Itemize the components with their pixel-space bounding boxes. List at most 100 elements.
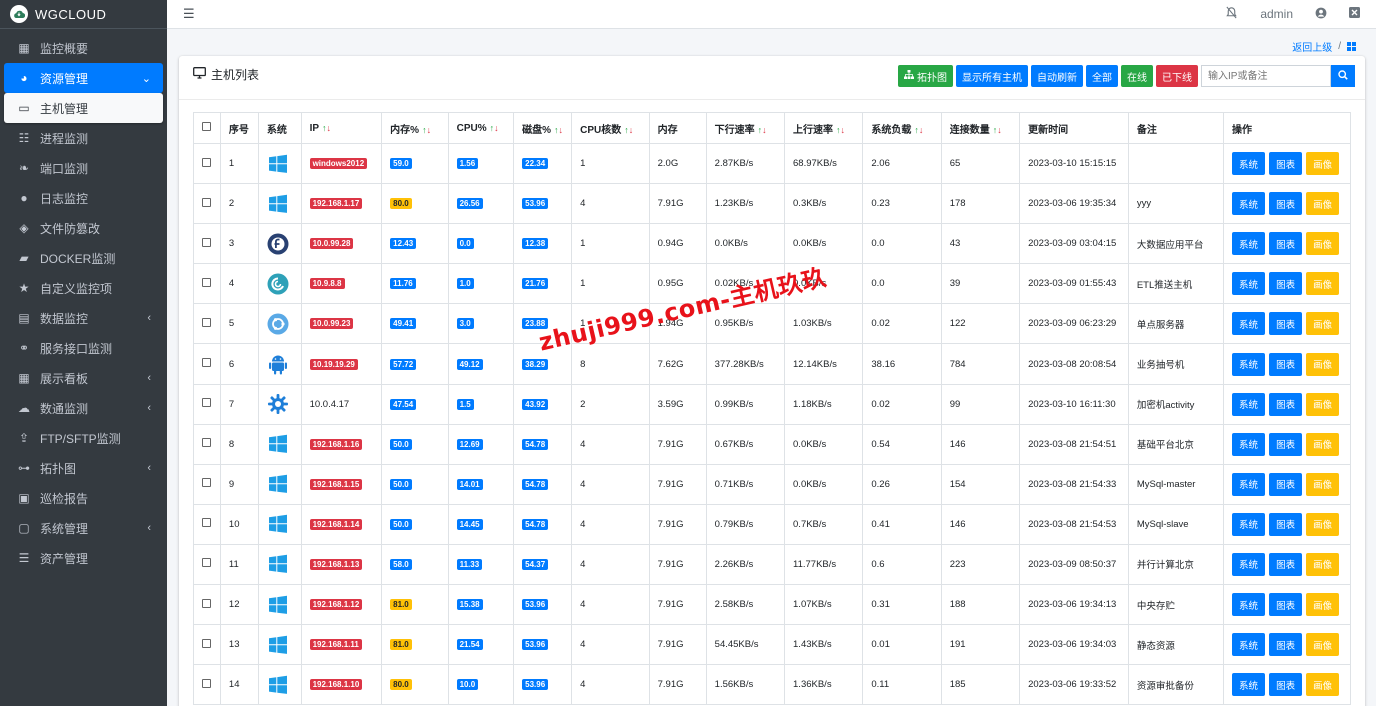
row-checkbox[interactable]: [202, 277, 211, 287]
ip-badge[interactable]: 192.168.1.16: [309, 438, 363, 450]
row-checkbox[interactable]: [202, 358, 211, 368]
sort-icon[interactable]: ↑↓: [490, 123, 499, 133]
chart-button[interactable]: 图表: [1269, 633, 1303, 657]
column-header-4[interactable]: CPU% ↑↓: [447, 112, 515, 144]
portrait-button[interactable]: 画像: [1306, 352, 1340, 376]
sort-icon[interactable]: ↑↓: [554, 125, 563, 135]
search-input[interactable]: [1201, 65, 1331, 87]
chart-button[interactable]: 图表: [1269, 472, 1303, 496]
ip-badge[interactable]: 10.9.8.8: [309, 278, 345, 290]
sidebar-item-2[interactable]: ▭ 主机管理: [4, 93, 163, 123]
portrait-button[interactable]: 画像: [1306, 633, 1340, 657]
sidebar-item-3[interactable]: ☷ 进程监测: [4, 123, 163, 153]
sidebar-item-17[interactable]: ☰ 资产管理: [4, 543, 163, 573]
ip-text[interactable]: 10.0.4.17: [310, 399, 350, 410]
user-name[interactable]: admin: [1260, 7, 1293, 21]
search-button[interactable]: [1331, 65, 1355, 87]
row-checkbox[interactable]: [202, 197, 211, 207]
row-select-cell[interactable]: [193, 463, 221, 505]
system-button[interactable]: 系统: [1232, 152, 1266, 176]
portrait-button[interactable]: 画像: [1306, 312, 1340, 336]
row-checkbox[interactable]: [202, 678, 211, 688]
ip-badge[interactable]: 10.0.99.23: [309, 318, 354, 330]
ip-badge[interactable]: windows2012: [309, 158, 368, 170]
chart-button[interactable]: 图表: [1269, 232, 1303, 256]
row-select-cell[interactable]: [193, 624, 221, 666]
row-select-cell[interactable]: [193, 142, 221, 185]
sidebar-item-5[interactable]: ● 日志监控: [4, 183, 163, 213]
portrait-button[interactable]: 画像: [1306, 512, 1340, 536]
sidebar-item-9[interactable]: ▤ 数据监控 ‹: [4, 303, 163, 333]
row-checkbox[interactable]: [202, 398, 211, 408]
row-select-cell[interactable]: [193, 383, 221, 425]
column-header-8[interactable]: 下行速率 ↑↓: [705, 112, 786, 144]
column-header-6[interactable]: CPU核数 ↑↓: [571, 112, 650, 144]
row-select-cell[interactable]: [193, 584, 221, 626]
sidebar-item-11[interactable]: ▦ 展示看板 ‹: [4, 363, 163, 393]
row-select-cell[interactable]: [193, 664, 221, 706]
filter-offline-button[interactable]: 已下线: [1156, 65, 1198, 87]
row-select-cell[interactable]: [193, 183, 221, 225]
system-button[interactable]: 系统: [1232, 232, 1266, 256]
column-header-3[interactable]: 内存% ↑↓: [381, 112, 449, 144]
sort-icon[interactable]: ↑↓: [422, 125, 431, 135]
portrait-button[interactable]: 画像: [1306, 272, 1340, 296]
menu-icon[interactable]: ☰: [183, 6, 195, 22]
ip-badge[interactable]: 192.168.1.10: [309, 679, 363, 691]
portrait-button[interactable]: 画像: [1306, 472, 1340, 496]
portrait-button[interactable]: 画像: [1306, 232, 1340, 256]
row-checkbox[interactable]: [202, 438, 211, 448]
column-header-5[interactable]: 磁盘% ↑↓: [513, 112, 573, 144]
ip-badge[interactable]: 192.168.1.17: [309, 198, 363, 210]
sort-icon[interactable]: ↑↓: [322, 123, 331, 133]
system-button[interactable]: 系统: [1232, 352, 1266, 376]
sort-icon[interactable]: ↑↓: [624, 125, 633, 135]
chart-button[interactable]: 图表: [1269, 673, 1303, 697]
sort-down-icon[interactable]: ↓: [762, 125, 767, 135]
row-select-cell[interactable]: [193, 343, 221, 385]
ip-badge[interactable]: 192.168.1.14: [309, 518, 363, 530]
sort-down-icon[interactable]: ↓: [629, 125, 634, 135]
row-checkbox[interactable]: [202, 157, 211, 167]
row-checkbox[interactable]: [202, 558, 211, 568]
sidebar-item-8[interactable]: ★ 自定义监控项: [4, 273, 163, 303]
filter-all-button[interactable]: 全部: [1086, 65, 1118, 87]
row-checkbox[interactable]: [202, 518, 211, 528]
chart-button[interactable]: 图表: [1269, 272, 1303, 296]
row-checkbox[interactable]: [202, 317, 211, 327]
back-link[interactable]: 返回上级: [1292, 39, 1332, 54]
sidebar-item-14[interactable]: ⊶ 拓扑图 ‹: [4, 453, 163, 483]
chart-button[interactable]: 图表: [1269, 312, 1303, 336]
system-button[interactable]: 系统: [1232, 192, 1266, 216]
brand[interactable]: WGCLOUD: [0, 0, 167, 29]
system-button[interactable]: 系统: [1232, 432, 1266, 456]
column-header-11[interactable]: 连接数量 ↑↓: [940, 112, 1021, 144]
sort-down-icon[interactable]: ↓: [427, 125, 432, 135]
ip-badge[interactable]: 192.168.1.13: [309, 558, 363, 570]
sidebar-item-10[interactable]: ⚭ 服务接口监测: [4, 333, 163, 363]
system-button[interactable]: 系统: [1232, 673, 1266, 697]
portrait-button[interactable]: 画像: [1306, 192, 1340, 216]
sidebar-item-6[interactable]: ◈ 文件防篡改: [4, 213, 163, 243]
portrait-button[interactable]: 画像: [1306, 152, 1340, 176]
column-header-10[interactable]: 系统负载 ↑↓: [862, 112, 942, 144]
show-all-hosts-button[interactable]: 显示所有主机: [956, 65, 1028, 87]
portrait-button[interactable]: 画像: [1306, 593, 1340, 617]
chart-button[interactable]: 图表: [1269, 392, 1303, 416]
ip-badge[interactable]: 10.0.99.28: [309, 238, 354, 250]
row-checkbox[interactable]: [202, 598, 211, 608]
close-square-icon[interactable]: [1349, 7, 1360, 21]
sort-icon[interactable]: ↑↓: [836, 125, 845, 135]
topology-button[interactable]: 拓扑图: [898, 65, 953, 87]
user-circle-icon[interactable]: [1315, 7, 1327, 22]
system-button[interactable]: 系统: [1232, 392, 1266, 416]
chart-button[interactable]: 图表: [1269, 512, 1303, 536]
sidebar-item-13[interactable]: ⇪ FTP/SFTP监测: [4, 423, 163, 453]
grid-icon[interactable]: [1347, 42, 1356, 51]
sidebar-item-1[interactable]: ◕ 资源管理 ⌄: [4, 63, 163, 93]
sidebar-item-7[interactable]: ▰ DOCKER监测: [4, 243, 163, 273]
sort-icon[interactable]: ↑↓: [758, 125, 767, 135]
ip-badge[interactable]: 192.168.1.11: [309, 639, 362, 651]
sort-down-icon[interactable]: ↓: [841, 125, 846, 135]
portrait-button[interactable]: 画像: [1306, 432, 1340, 456]
